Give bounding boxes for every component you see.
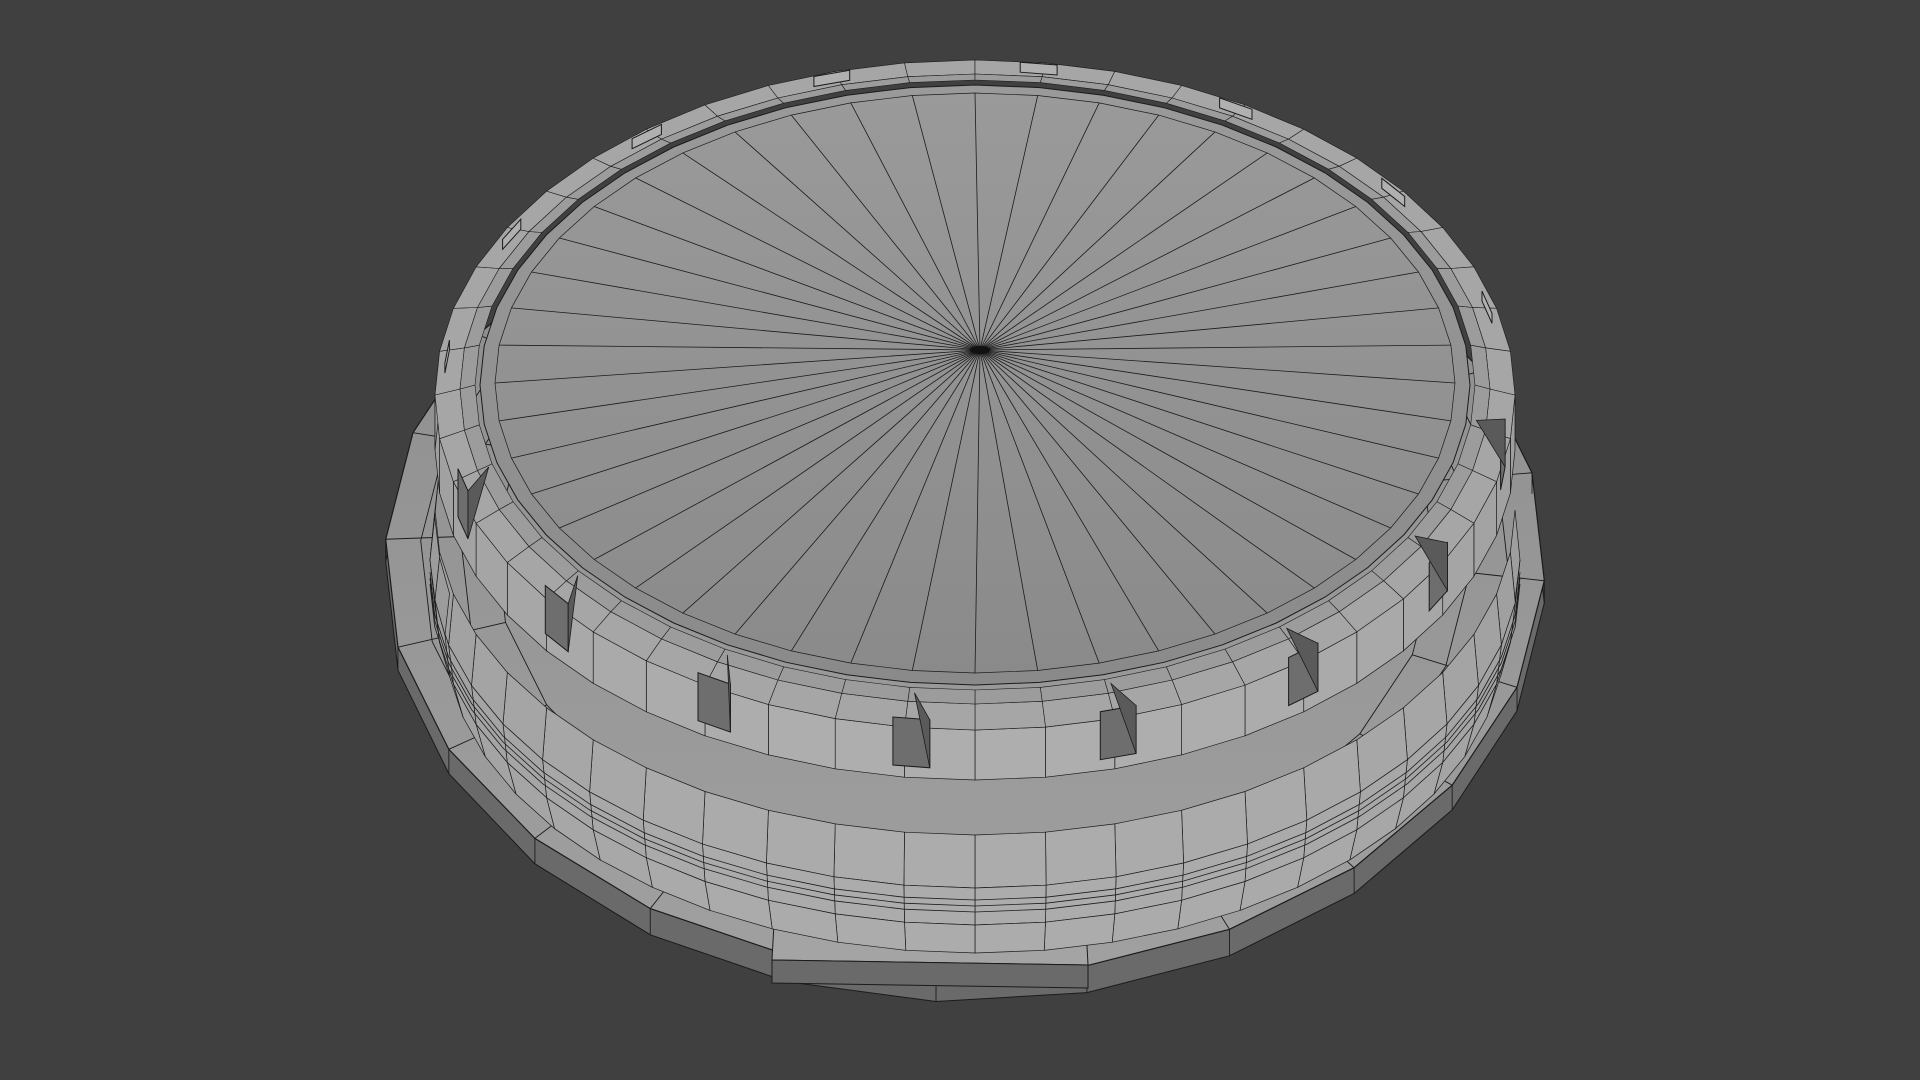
top-pole [970,346,990,354]
3d-viewport[interactable] [0,0,1920,1080]
flange-tab-side [771,959,1089,989]
body-face [974,831,1047,889]
body-face [974,921,1046,954]
body-face [974,884,1047,926]
top-face-fill [479,84,1471,686]
body-face [904,921,976,954]
mesh-render[interactable] [0,0,1920,1080]
rim-bevel-face [974,687,1043,705]
body-face [903,884,976,926]
rim-bevel-face [974,700,1046,731]
lid-top-face [479,84,1471,686]
rim-bevel-face [434,388,465,440]
body-face [903,831,976,889]
rim-side-face [974,726,1046,781]
body-face [1045,823,1117,886]
body-face [833,823,905,886]
rim-notch [1019,61,1058,76]
